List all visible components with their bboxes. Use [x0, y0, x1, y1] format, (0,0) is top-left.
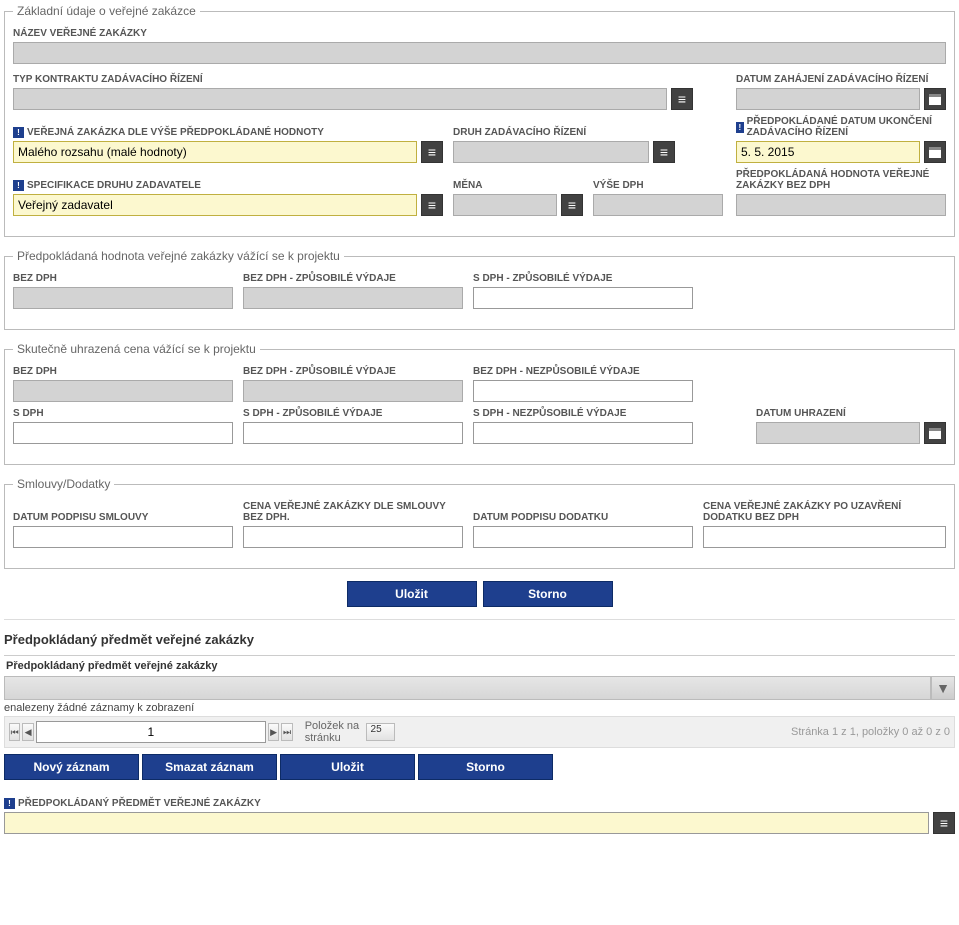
required-icon: ! [13, 127, 24, 138]
paid-no-vat-ineligible-label: BEZ DPH - NEZPŮSOBILÉ VÝDAJE [473, 366, 693, 377]
authority-spec-label: ! SPECIFIKACE DRUHU ZADAVATELE [13, 180, 443, 191]
contract-type-label: TYP KONTRAKTU ZADÁVACÍHO ŘÍZENÍ [13, 74, 693, 85]
est-no-vat-label: BEZ DPH [13, 273, 233, 284]
contracts-fieldset: Smlouvy/Dodatky DATUM PODPISU SMLOUVY CE… [4, 477, 955, 569]
paid-no-vat-eligible-label: BEZ DPH - ZPŮSOBILÉ VÝDAJE [243, 366, 463, 377]
paid-no-vat-ineligible-input[interactable] [473, 380, 693, 402]
vz-by-value-input[interactable] [13, 141, 417, 163]
actual-paid-legend: Skutečně uhrazená cena vážící se k proje… [13, 342, 260, 356]
estimated-value-input [736, 194, 946, 216]
subject-picker-button[interactable] [933, 812, 955, 834]
pager: ⏮ ◀ ▶ ⏭ Položek na stránku 25 Stránka 1 … [4, 716, 955, 748]
subject-section-title: Předpokládaný předmět veřejné zakázky [4, 632, 955, 647]
subject-field-label: ! PŘEDPOKLÁDANÝ PŘEDMĚT VEŘEJNÉ ZAKÁZKY [4, 798, 955, 809]
paid-with-vat-eligible-input[interactable] [243, 422, 463, 444]
paid-with-vat-eligible-label: S DPH - ZPŮSOBILÉ VÝDAJE [243, 408, 463, 419]
vat-rate-label: VÝŠE DPH [593, 180, 723, 191]
contract-price-label: CENA VEŘEJNÉ ZAKÁZKY DLE SMLOUVY BEZ DPH… [243, 501, 463, 523]
required-icon: ! [4, 798, 15, 809]
authority-spec-input[interactable] [13, 194, 417, 216]
paid-no-vat-label: BEZ DPH [13, 366, 233, 377]
proc-type-input [453, 141, 649, 163]
cancel-button[interactable]: Storno [483, 581, 613, 607]
estimated-value-label: PŘEDPOKLÁDANÁ HODNOTA VEŘEJNÉ ZAKÁZKY BE… [736, 169, 946, 191]
required-icon: ! [736, 122, 744, 133]
est-no-vat-input [13, 287, 233, 309]
contract-price-input[interactable] [243, 526, 463, 548]
paid-no-vat-eligible-input [243, 380, 463, 402]
contract-sign-date-input[interactable] [13, 526, 233, 548]
basic-info-legend: Základní údaje o veřejné zakázce [13, 4, 200, 18]
items-per-page-select[interactable]: 25 [366, 723, 395, 741]
estimated-project-value-fieldset: Předpokládaná hodnota veřejné zakázky vá… [4, 249, 955, 330]
vz-by-value-picker-button[interactable] [421, 141, 443, 163]
est-no-vat-eligible-input [243, 287, 463, 309]
payment-date-input [756, 422, 920, 444]
actual-paid-fieldset: Skutečně uhrazená cena vážící se k proje… [4, 342, 955, 465]
required-icon: ! [13, 180, 24, 191]
addendum-sign-date-label: DATUM PODPISU DODATKU [473, 512, 693, 523]
no-records-text: enalezeny žádné záznamy k zobrazení [4, 700, 955, 716]
proc-type-picker-button[interactable] [653, 141, 675, 163]
end-date-calendar-button[interactable] [924, 141, 946, 163]
currency-input [453, 194, 557, 216]
authority-spec-picker-button[interactable] [421, 194, 443, 216]
start-date-label: DATUM ZAHÁJENÍ ZADÁVACÍHO ŘÍZENÍ [736, 74, 946, 85]
basic-info-fieldset: Základní údaje o veřejné zakázce NÁZEV V… [4, 4, 955, 237]
est-no-vat-eligible-label: BEZ DPH - ZPŮSOBILÉ VÝDAJE [243, 273, 463, 284]
paid-with-vat-ineligible-input[interactable] [473, 422, 693, 444]
currency-label: MĚNA [453, 180, 583, 191]
contract-type-input [13, 88, 667, 110]
proc-type-label: DRUH ZADÁVACÍHO ŘÍZENÍ [453, 127, 675, 138]
payment-date-calendar-button[interactable] [924, 422, 946, 444]
delete-record-button[interactable]: Smazat záznam [142, 754, 277, 780]
vz-by-value-label: ! VEŘEJNÁ ZAKÁZKA DLE VÝŠE PŘEDPOKLÁDANÉ… [13, 127, 443, 138]
start-date-input [736, 88, 920, 110]
save-record-button[interactable]: Uložit [280, 754, 415, 780]
paid-with-vat-label: S DPH [13, 408, 233, 419]
addendum-price-label: CENA VEŘEJNÉ ZAKÁZKY PO UZAVŘENÍ DODATKU… [703, 501, 946, 523]
filter-toggle-button[interactable]: ▼ [931, 676, 955, 700]
pager-next-button[interactable]: ▶ [268, 723, 279, 741]
paid-with-vat-ineligible-label: S DPH - NEZPŮSOBILÉ VÝDAJE [473, 408, 693, 419]
start-date-calendar-button[interactable] [924, 88, 946, 110]
estimated-project-value-legend: Předpokládaná hodnota veřejné zakázky vá… [13, 249, 344, 263]
addendum-sign-date-input[interactable] [473, 526, 693, 548]
vat-rate-input [593, 194, 723, 216]
grid-body [4, 676, 931, 700]
pager-info: Stránka 1 z 1, položky 0 až 0 z 0 [791, 726, 950, 738]
contract-type-picker-button[interactable] [671, 88, 693, 110]
items-per-page-label: Položek na stránku [305, 720, 360, 744]
est-with-vat-eligible-label: S DPH - ZPŮSOBILÉ VÝDAJE [473, 273, 693, 284]
subject-input[interactable] [4, 812, 929, 834]
paid-no-vat-input [13, 380, 233, 402]
paid-with-vat-input[interactable] [13, 422, 233, 444]
payment-date-label: DATUM UHRAZENÍ [756, 408, 946, 419]
pager-first-button[interactable]: ⏮ [9, 723, 20, 741]
end-date-input[interactable] [736, 141, 920, 163]
pager-prev-button[interactable]: ◀ [22, 723, 33, 741]
contract-sign-date-label: DATUM PODPISU SMLOUVY [13, 512, 233, 523]
pager-page-input[interactable] [36, 721, 266, 743]
subject-grid-header: Předpokládaný předmět veřejné zakázky [4, 655, 955, 676]
currency-picker-button[interactable] [561, 194, 583, 216]
addendum-price-input[interactable] [703, 526, 946, 548]
save-button[interactable]: Uložit [347, 581, 477, 607]
name-label: NÁZEV VEŘEJNÉ ZAKÁZKY [13, 28, 946, 39]
est-with-vat-eligible-input[interactable] [473, 287, 693, 309]
name-input [13, 42, 946, 64]
new-record-button[interactable]: Nový záznam [4, 754, 139, 780]
cancel-record-button[interactable]: Storno [418, 754, 553, 780]
end-date-label: ! PŘEDPOKLÁDANÉ DATUM UKONČENÍ ZADÁVACÍH… [736, 116, 946, 138]
pager-last-button[interactable]: ⏭ [281, 723, 292, 741]
contracts-legend: Smlouvy/Dodatky [13, 477, 114, 491]
